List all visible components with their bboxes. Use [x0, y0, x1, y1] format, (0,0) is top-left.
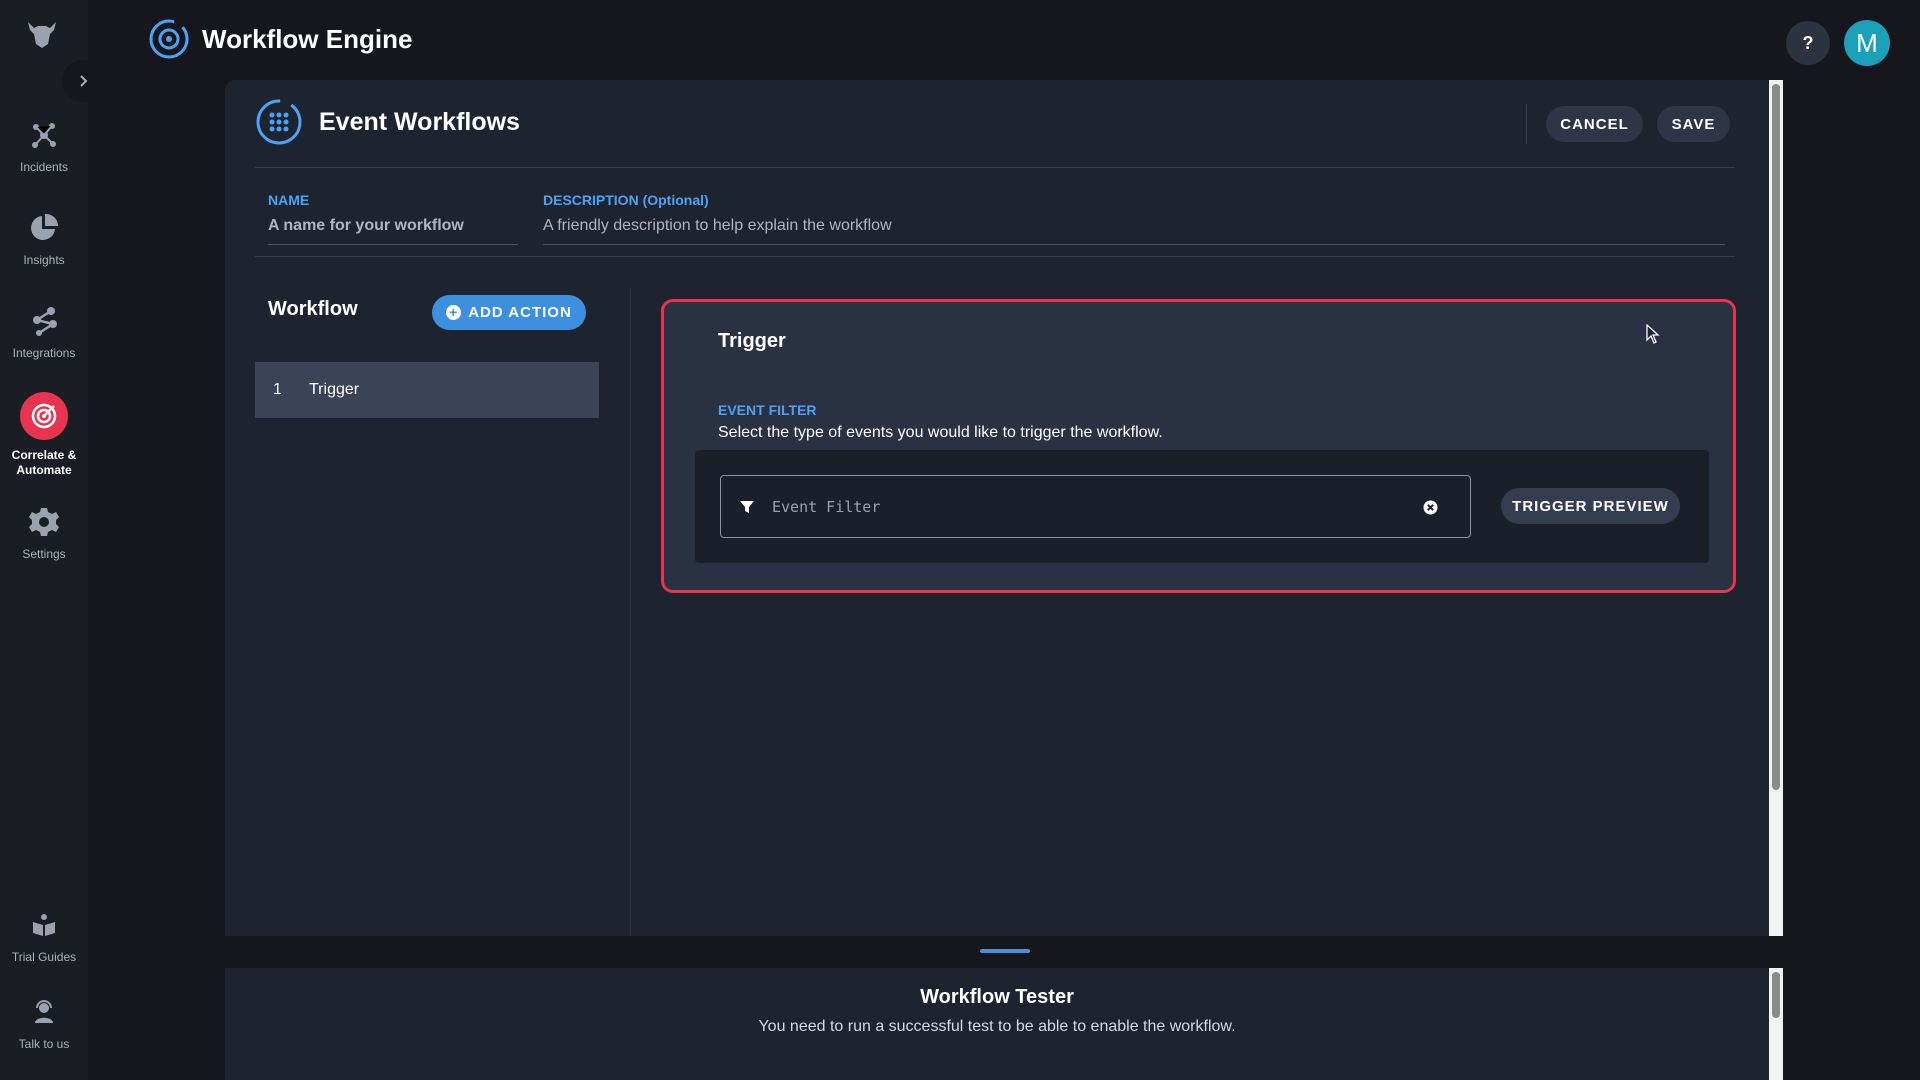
sidebar-item-talk-to-us[interactable]: Talk to us: [0, 995, 88, 1052]
target-icon: [20, 392, 68, 440]
tester-message: You need to run a successful test to be …: [758, 1018, 1236, 1035]
tester-title: Workflow Tester: [920, 986, 1074, 1008]
divider: [255, 256, 1735, 257]
add-action-button[interactable]: + ADD ACTION: [432, 295, 586, 330]
expand-sidebar-button[interactable]: [62, 60, 104, 102]
app-header: Workflow Engine: [148, 18, 412, 60]
description-label: DESCRIPTION (Optional): [543, 192, 709, 208]
event-filter-input[interactable]: Event Filter: [720, 475, 1471, 538]
book-icon: [27, 908, 61, 942]
page-title: Event Workflows: [319, 107, 520, 136]
scrollbar-thumb[interactable]: [1772, 972, 1780, 1018]
workflow-editor-panel: Event Workflows CANCEL SAVE NAME A name …: [225, 80, 1769, 936]
event-filter-container: Event Filter TRIGGER PREVIEW: [695, 450, 1709, 563]
sidebar-item-correlate-automate[interactable]: Correlate & Automate: [0, 392, 88, 478]
chevron-right-icon: [80, 75, 88, 87]
event-filter-help: Select the type of events you would like…: [718, 424, 1163, 441]
name-field[interactable]: NAME A name for your workflow: [268, 192, 518, 245]
sidebar-item-label: Integrations: [12, 346, 76, 360]
sidebar-item-label: Trial Guides: [11, 950, 77, 964]
editor-scrollbar[interactable]: [1769, 80, 1783, 936]
name-label: NAME: [268, 192, 310, 208]
workflow-step-trigger[interactable]: 1 Trigger: [255, 362, 599, 418]
filter-icon: [740, 500, 754, 513]
clear-icon[interactable]: [1423, 500, 1438, 515]
bull-logo-icon[interactable]: [24, 16, 60, 52]
incidents-icon: [27, 118, 61, 152]
plus-circle-icon: +: [446, 305, 462, 320]
description-field[interactable]: DESCRIPTION (Optional) A friendly descri…: [543, 192, 1725, 245]
workflow-tester: Workflow Tester You need to run a succes…: [225, 968, 1769, 1080]
name-input[interactable]: A name for your workflow: [268, 217, 518, 245]
app-title: Workflow Engine: [202, 23, 413, 54]
support-agent-icon: [27, 995, 61, 1029]
cancel-button[interactable]: CANCEL: [1546, 106, 1643, 142]
avatar[interactable]: M: [1844, 20, 1890, 66]
description-input[interactable]: A friendly description to help explain t…: [543, 217, 1725, 245]
event-filter-label: EVENT FILTER: [718, 402, 817, 418]
mouse-cursor-icon: [1646, 324, 1660, 344]
trigger-title: Trigger: [718, 330, 786, 352]
sidebar-item-insights[interactable]: Insights: [0, 211, 88, 268]
tester-scrollbar[interactable]: [1769, 968, 1783, 1080]
event-filter-placeholder: Event Filter: [772, 497, 881, 516]
divider: [255, 167, 1735, 168]
event-workflows-icon: [256, 99, 302, 145]
sidebar: Incidents Insights Integrations Correlat…: [0, 0, 104, 1080]
step-label: Trigger: [309, 381, 360, 398]
sidebar-item-incidents[interactable]: Incidents: [0, 118, 88, 175]
sidebar-item-integrations[interactable]: Integrations: [0, 304, 88, 361]
sidebar-item-label: Incidents: [19, 160, 69, 174]
tester-resize-handle[interactable]: [980, 949, 1030, 953]
gear-icon: [27, 505, 61, 539]
column-divider: [630, 288, 631, 936]
pie-chart-icon: [27, 211, 61, 245]
scrollbar-thumb[interactable]: [1772, 84, 1780, 790]
help-button[interactable]: ?: [1786, 21, 1830, 65]
save-button[interactable]: SAVE: [1657, 106, 1730, 142]
sidebar-item-settings[interactable]: Settings: [0, 505, 88, 562]
header-divider: [1526, 104, 1527, 144]
step-number: 1: [273, 381, 282, 398]
trigger-preview-button[interactable]: TRIGGER PREVIEW: [1501, 488, 1680, 524]
workflow-title: Workflow: [268, 298, 358, 320]
sidebar-item-label: Talk to us: [18, 1037, 70, 1051]
editor-header: Event Workflows: [255, 98, 520, 146]
integrations-icon: [27, 304, 61, 338]
sidebar-item-label: Correlate & Automate: [11, 448, 77, 477]
add-action-label: ADD ACTION: [468, 304, 572, 321]
trigger-card: Trigger EVENT FILTER Select the type of …: [661, 299, 1736, 593]
sidebar-item-label: Settings: [22, 547, 66, 561]
sidebar-item-trial-guides[interactable]: Trial Guides: [0, 908, 88, 965]
workflow-engine-icon: [149, 19, 189, 59]
sidebar-item-label: Insights: [23, 253, 65, 267]
